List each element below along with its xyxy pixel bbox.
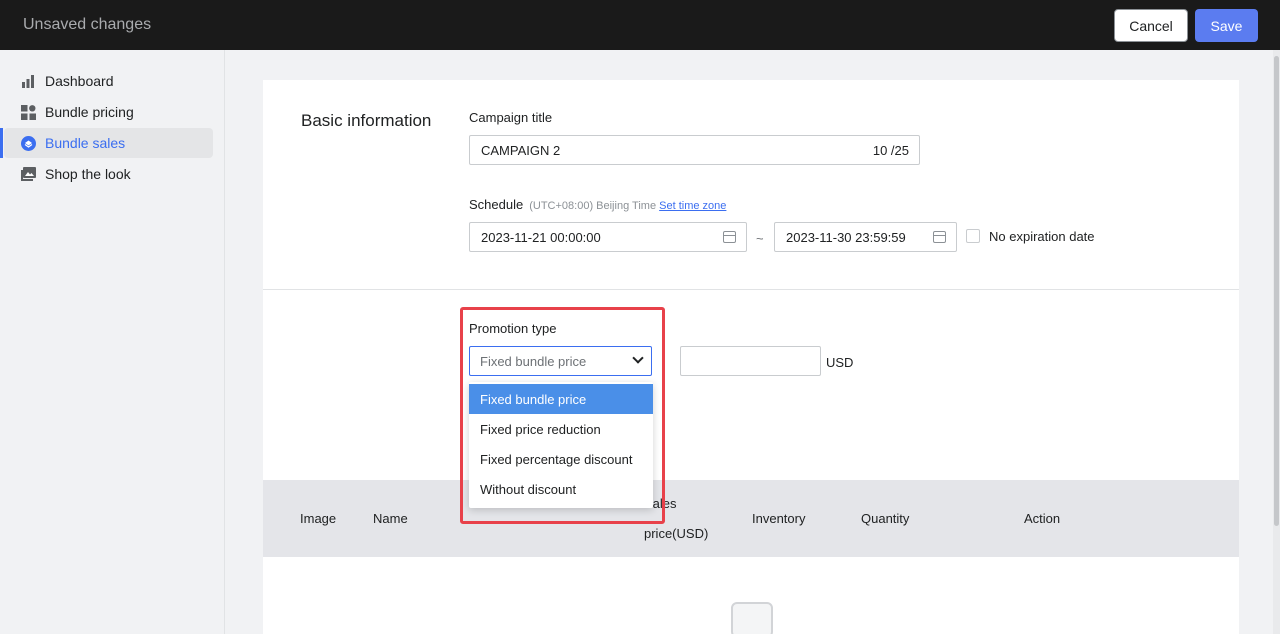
- column-name: Name: [373, 511, 408, 526]
- promotion-type-label: Promotion type: [469, 321, 557, 336]
- calendar-icon: [723, 231, 736, 243]
- product-table-header: Image Name Sales price(USD) Inventory Qu…: [263, 480, 1239, 557]
- dropdown-option-fixed-price-reduction[interactable]: Fixed price reduction: [469, 414, 653, 444]
- bar-chart-icon: [20, 73, 36, 89]
- calendar-icon: [933, 231, 946, 243]
- column-sales-price-line2: price(USD): [644, 526, 709, 541]
- chevron-down-icon: [632, 352, 644, 364]
- section-divider: [263, 289, 1239, 290]
- cancel-button[interactable]: Cancel: [1114, 9, 1188, 42]
- no-expiration-label: No expiration date: [989, 229, 1095, 244]
- tag-circle-icon: [20, 135, 36, 151]
- timezone-value: (UTC+08:00) Beijing Time: [529, 200, 657, 212]
- top-bar: Unsaved changes Cancel Save: [0, 0, 1280, 50]
- sidebar-item-label: Bundle pricing: [45, 104, 134, 120]
- schedule-label: Schedule (UTC+08:00) Beijing Time Set tim…: [469, 197, 726, 212]
- section-title: Basic information: [301, 111, 432, 130]
- column-action: Action: [1024, 511, 1061, 526]
- sidebar-item-bundle-sales[interactable]: Bundle sales: [4, 128, 213, 158]
- active-indicator: [0, 128, 3, 158]
- date-separator: ~: [756, 231, 764, 246]
- scrollbar-thumb[interactable]: [1274, 56, 1279, 526]
- dropdown-option-fixed-bundle-price[interactable]: Fixed bundle price: [469, 384, 653, 414]
- timezone-text: (UTC+08:00) Beijing Time Set time zone: [529, 200, 726, 212]
- sidebar-item-dashboard[interactable]: Dashboard: [4, 66, 213, 96]
- end-date-value: 2023-11-30 23:59:59: [786, 229, 906, 245]
- promotion-type-value: Fixed bundle price: [480, 353, 587, 369]
- start-date-value: 2023-11-21 00:00:00: [481, 229, 601, 245]
- start-date-input[interactable]: 2023-11-21 00:00:00: [469, 222, 747, 252]
- promotion-type-dropdown: Fixed bundle price Fixed price reduction…: [469, 382, 653, 508]
- promotion-amount-input[interactable]: [680, 346, 821, 376]
- campaign-title-value: CAMPAIGN 2: [481, 142, 561, 158]
- sidebar: Dashboard Bundle pricing Bundle sales Sh…: [0, 50, 225, 634]
- no-expiration-checkbox[interactable]: [966, 229, 980, 243]
- character-count: 10 /25: [872, 143, 909, 158]
- set-time-zone-link[interactable]: Set time zone: [659, 200, 726, 212]
- sidebar-item-label: Shop the look: [45, 166, 131, 182]
- dropdown-option-without-discount[interactable]: Without discount: [469, 474, 653, 504]
- grid-icon: [20, 104, 36, 120]
- schedule-label-text: Schedule: [469, 197, 524, 212]
- sidebar-item-shop-the-look[interactable]: Shop the look: [4, 159, 213, 189]
- campaign-title-label: Campaign title: [469, 110, 553, 125]
- sidebar-item-bundle-pricing[interactable]: Bundle pricing: [4, 97, 213, 127]
- save-button[interactable]: Save: [1195, 9, 1258, 42]
- empty-state-box-icon: [731, 602, 773, 634]
- campaign-title-input[interactable]: CAMPAIGN 2 10 /25: [469, 135, 920, 165]
- promotion-type-select[interactable]: Fixed bundle price: [469, 346, 652, 376]
- unsaved-changes-title: Unsaved changes: [23, 16, 152, 33]
- image-icon: [20, 166, 36, 182]
- dropdown-option-fixed-percentage-discount[interactable]: Fixed percentage discount: [469, 444, 653, 474]
- sidebar-item-label: Dashboard: [45, 73, 114, 89]
- campaign-form-card: Basic information Campaign title CAMPAIG…: [263, 80, 1239, 634]
- end-date-input[interactable]: 2023-11-30 23:59:59: [774, 222, 957, 252]
- column-inventory: Inventory: [752, 511, 806, 526]
- column-image: Image: [300, 511, 337, 526]
- sidebar-item-label: Bundle sales: [45, 135, 126, 151]
- column-quantity: Quantity: [861, 511, 910, 526]
- currency-label: USD: [826, 355, 854, 370]
